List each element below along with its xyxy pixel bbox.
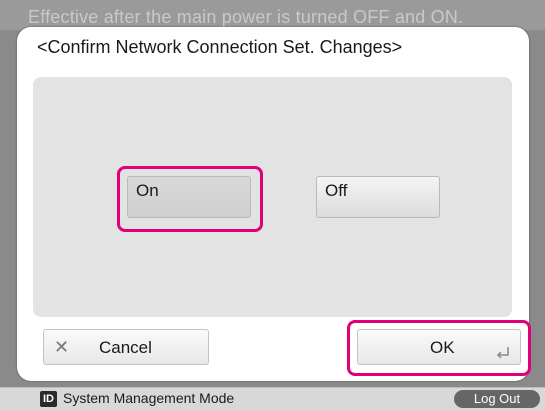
off-button[interactable]: Off [316,176,440,218]
cancel-button[interactable]: ✕ Cancel [43,329,209,365]
options-panel: On Off [33,77,512,317]
on-label: On [136,181,159,200]
background-notice: Effective after the main power is turned… [28,7,464,27]
enter-return-icon [496,347,509,358]
cancel-label: Cancel [99,338,152,357]
logout-button[interactable]: Log Out [454,390,540,408]
x-icon: ✕ [54,337,70,357]
ok-label: OK [430,338,455,357]
mode-label: System Management Mode [63,390,235,406]
on-button[interactable]: On [127,176,251,218]
status-bar: ID System Management Mode Log Out [0,387,545,410]
id-badge: ID [40,391,57,407]
off-label: Off [325,181,348,200]
dialog-title: <Confirm Network Connection Set. Changes… [37,37,403,57]
confirm-dialog: <Confirm Network Connection Set. Changes… [17,27,531,381]
ok-button[interactable]: OK [357,329,521,365]
background-strip: Effective after the main power is turned… [0,0,545,30]
